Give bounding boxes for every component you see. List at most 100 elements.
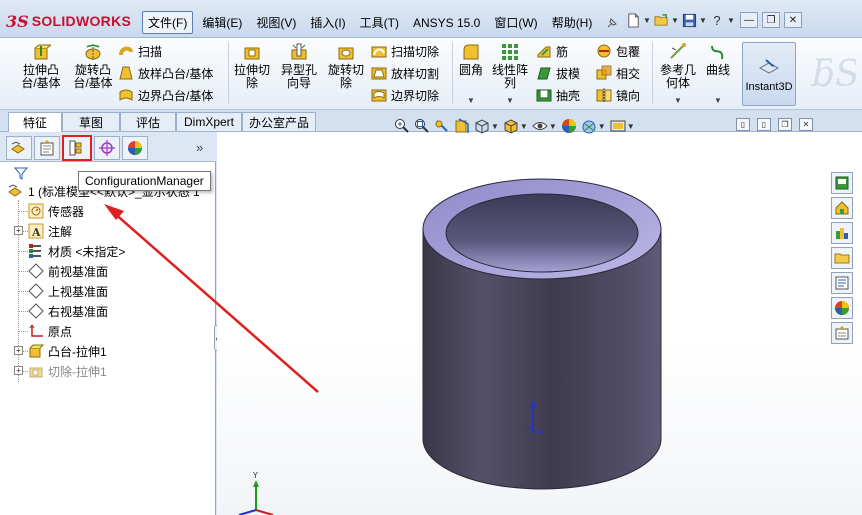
custom-properties-tab[interactable] — [831, 322, 853, 344]
restore-button[interactable]: ❐ — [762, 12, 780, 28]
menu-insert[interactable]: 插入(I) — [305, 12, 350, 33]
menu-help[interactable]: 帮助(H) — [547, 12, 598, 33]
menu-edit[interactable]: 编辑(E) — [197, 12, 247, 33]
draft-button[interactable]: 拔模 — [536, 63, 580, 83]
save-icon[interactable] — [680, 11, 698, 29]
new-dropdown-icon[interactable]: ▼ — [642, 16, 652, 25]
rib-icon — [536, 43, 552, 59]
apply-scene-dropdown-icon[interactable]: ▼ — [598, 122, 606, 131]
sweep-icon — [118, 43, 134, 59]
pattern-dropdown-icon[interactable]: ▼ — [506, 96, 514, 105]
apply-scene-icon[interactable] — [581, 118, 597, 134]
graphics-area[interactable]: Y — [217, 132, 862, 515]
viewport-close-icon[interactable]: ✕ — [799, 118, 813, 131]
loft-boss-button[interactable]: 放样凸台/基体 — [118, 63, 213, 83]
intersect-button[interactable]: 相交 — [596, 63, 640, 83]
expand-annotations-icon[interactable]: + — [14, 226, 23, 235]
appearances-tab[interactable] — [831, 297, 853, 319]
more-tabs-chevron-icon[interactable]: » — [196, 140, 203, 155]
linear-pattern-button[interactable]: 线性阵列 — [490, 42, 530, 90]
fillet-dropdown-icon[interactable]: ▼ — [467, 96, 475, 105]
save-dropdown-icon[interactable]: ▼ — [698, 16, 708, 25]
tree-item-front-plane[interactable]: 前视基准面 — [28, 262, 108, 280]
menu-tools[interactable]: 工具(T) — [355, 12, 404, 33]
property-manager-tab[interactable] — [34, 136, 60, 160]
feature-manager-tab[interactable] — [6, 136, 32, 160]
fillet-button[interactable]: 圆角 — [456, 42, 486, 77]
swept-cut-button[interactable]: 扫描切除 — [371, 41, 439, 61]
tree-item-annotations[interactable]: A 注解 — [28, 222, 72, 240]
expand-boss-extrude-icon[interactable]: + — [14, 346, 23, 355]
hide-show-dropdown-icon[interactable]: ▼ — [549, 122, 557, 131]
curves-button[interactable]: 曲线 — [702, 42, 734, 77]
filter-icon[interactable] — [13, 166, 29, 180]
tab-features[interactable]: 特征 — [8, 112, 62, 132]
close-button[interactable]: ✕ — [784, 12, 802, 28]
view-settings-icon[interactable] — [610, 118, 626, 134]
new-document-icon[interactable] — [624, 11, 642, 29]
view-orientation-dropdown-icon[interactable]: ▼ — [491, 122, 499, 131]
extrude-cut-button[interactable]: 拉伸切除 — [232, 42, 272, 90]
help-icon[interactable]: ? — [708, 11, 726, 29]
tree-item-cut-extrude[interactable]: 切除-拉伸1 — [28, 362, 107, 380]
open-dropdown-icon[interactable]: ▼ — [670, 16, 680, 25]
menu-ansys[interactable]: ANSYS 15.0 — [408, 14, 485, 32]
display-style-icon[interactable] — [503, 118, 519, 134]
hole-wizard-button[interactable]: 异型孔向导 — [276, 42, 322, 90]
open-folder-icon[interactable] — [652, 11, 670, 29]
menu-file[interactable]: 文件(F) — [142, 11, 194, 34]
rib-button[interactable]: 筋 — [536, 41, 568, 61]
hollow-cylinder-model[interactable] — [422, 178, 662, 490]
tab-office-products[interactable]: 办公室产品 — [242, 112, 316, 131]
section-view-icon[interactable] — [454, 118, 470, 134]
reference-geometry-button[interactable]: 参考几何体 — [656, 42, 700, 90]
design-library-tab[interactable] — [831, 197, 853, 219]
folder-tab[interactable] — [831, 247, 853, 269]
previous-view-icon[interactable] — [434, 118, 450, 134]
instant3d-button[interactable]: Instant3D — [742, 42, 796, 106]
pin-menu-icon[interactable] — [605, 16, 619, 30]
solidworks-resources-tab[interactable] — [831, 172, 853, 194]
shell-button[interactable]: 抽壳 — [536, 85, 580, 105]
configuration-manager-tab[interactable] — [62, 135, 92, 161]
view-settings-dropdown-icon[interactable]: ▼ — [627, 122, 635, 131]
tree-item-sensors[interactable]: 传感器 — [28, 202, 84, 220]
reference-dropdown-icon[interactable]: ▼ — [674, 96, 682, 105]
hide-show-items-icon[interactable] — [532, 118, 548, 134]
zoom-to-fit-icon[interactable] — [394, 118, 410, 134]
revolve-boss-button[interactable]: 旋转凸台/基体 — [70, 42, 116, 90]
view-palette-tab[interactable] — [831, 272, 853, 294]
mirror-button[interactable]: 镜向 — [596, 85, 640, 105]
sweep-button[interactable]: 扫描 — [118, 41, 162, 61]
dimxpert-manager-tab[interactable] — [94, 136, 120, 160]
tree-item-origin[interactable]: 原点 — [28, 322, 72, 340]
tree-item-top-plane[interactable]: 上视基准面 — [28, 282, 108, 300]
tree-item-right-plane[interactable]: 右视基准面 — [28, 302, 108, 320]
menu-window[interactable]: 窗口(W) — [489, 12, 542, 33]
revolve-cut-button[interactable]: 旋转切除 — [324, 42, 368, 90]
viewport-restore-icon[interactable]: ❐ — [778, 118, 792, 131]
boundary-cut-button[interactable]: 边界切除 — [371, 85, 439, 105]
tab-sketch[interactable]: 草图 — [62, 112, 120, 131]
expand-cut-extrude-icon[interactable]: + — [14, 366, 23, 375]
minimize-button[interactable]: — — [740, 12, 758, 28]
tree-item-material[interactable]: 材质 <未指定> — [28, 242, 125, 260]
extrude-boss-button[interactable]: 拉伸凸台/基体 — [18, 42, 64, 90]
tree-item-boss-extrude[interactable]: 凸台-拉伸1 — [28, 342, 107, 360]
help-dropdown-icon[interactable]: ▼ — [726, 16, 736, 25]
wrap-button[interactable]: 包覆 — [596, 41, 640, 61]
zoom-to-area-icon[interactable] — [414, 118, 430, 134]
view-orientation-icon[interactable] — [474, 118, 490, 134]
menu-view[interactable]: 视图(V) — [251, 12, 301, 33]
edit-appearance-icon[interactable] — [561, 118, 577, 134]
tab-dimxpert[interactable]: DimXpert — [176, 112, 242, 131]
display-style-dropdown-icon[interactable]: ▼ — [520, 122, 528, 131]
boundary-boss-button[interactable]: 边界凸台/基体 — [118, 85, 213, 105]
viewport-split-icon[interactable]: ▯ — [757, 118, 771, 131]
file-explorer-tab[interactable] — [831, 222, 853, 244]
display-manager-tab[interactable] — [122, 136, 148, 160]
curves-dropdown-icon[interactable]: ▼ — [714, 96, 722, 105]
lofted-cut-button[interactable]: 放样切割 — [371, 63, 439, 83]
tab-evaluate[interactable]: 评估 — [120, 112, 176, 131]
viewport-tile-icon[interactable]: ▯ — [736, 118, 750, 131]
